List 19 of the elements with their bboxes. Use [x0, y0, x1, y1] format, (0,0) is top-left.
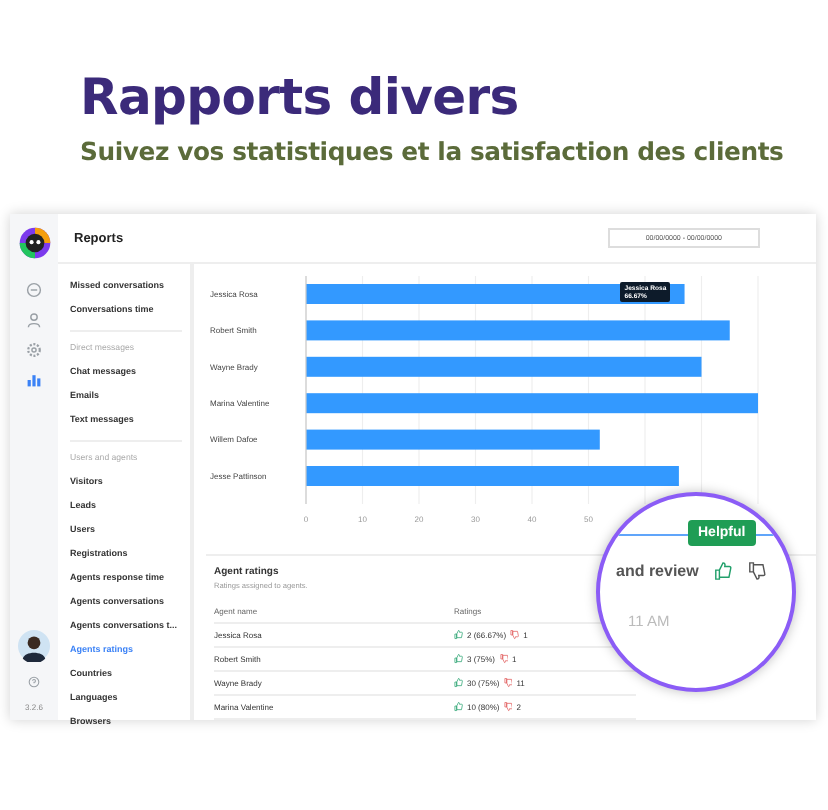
user-icon[interactable] — [26, 312, 42, 328]
thumbs-up-icon — [454, 630, 463, 640]
review-text: and review — [616, 562, 699, 580]
thumbs-up-icon[interactable] — [714, 562, 733, 580]
bar-chart-icon[interactable] — [26, 372, 42, 388]
page-subtitle: Suivez vos statistiques et la satisfaction des clients — [80, 136, 786, 166]
thumbs-down-icon — [503, 702, 513, 712]
avatar[interactable] — [18, 630, 50, 662]
thumbs-down-icon — [503, 678, 513, 688]
thumbs-down-icon — [510, 630, 520, 640]
logo-icon — [17, 226, 51, 260]
thumbs-down-icon[interactable] — [748, 562, 767, 580]
thumbs-up-icon — [454, 702, 463, 712]
thumbs-up-icon — [454, 654, 463, 664]
page-title: Rapports divers — [80, 68, 521, 126]
thumbs-up-icon — [454, 678, 463, 688]
thumbs-down-icon — [499, 654, 509, 664]
settings-icon[interactable] — [26, 342, 42, 358]
help-icon[interactable] — [28, 676, 40, 688]
